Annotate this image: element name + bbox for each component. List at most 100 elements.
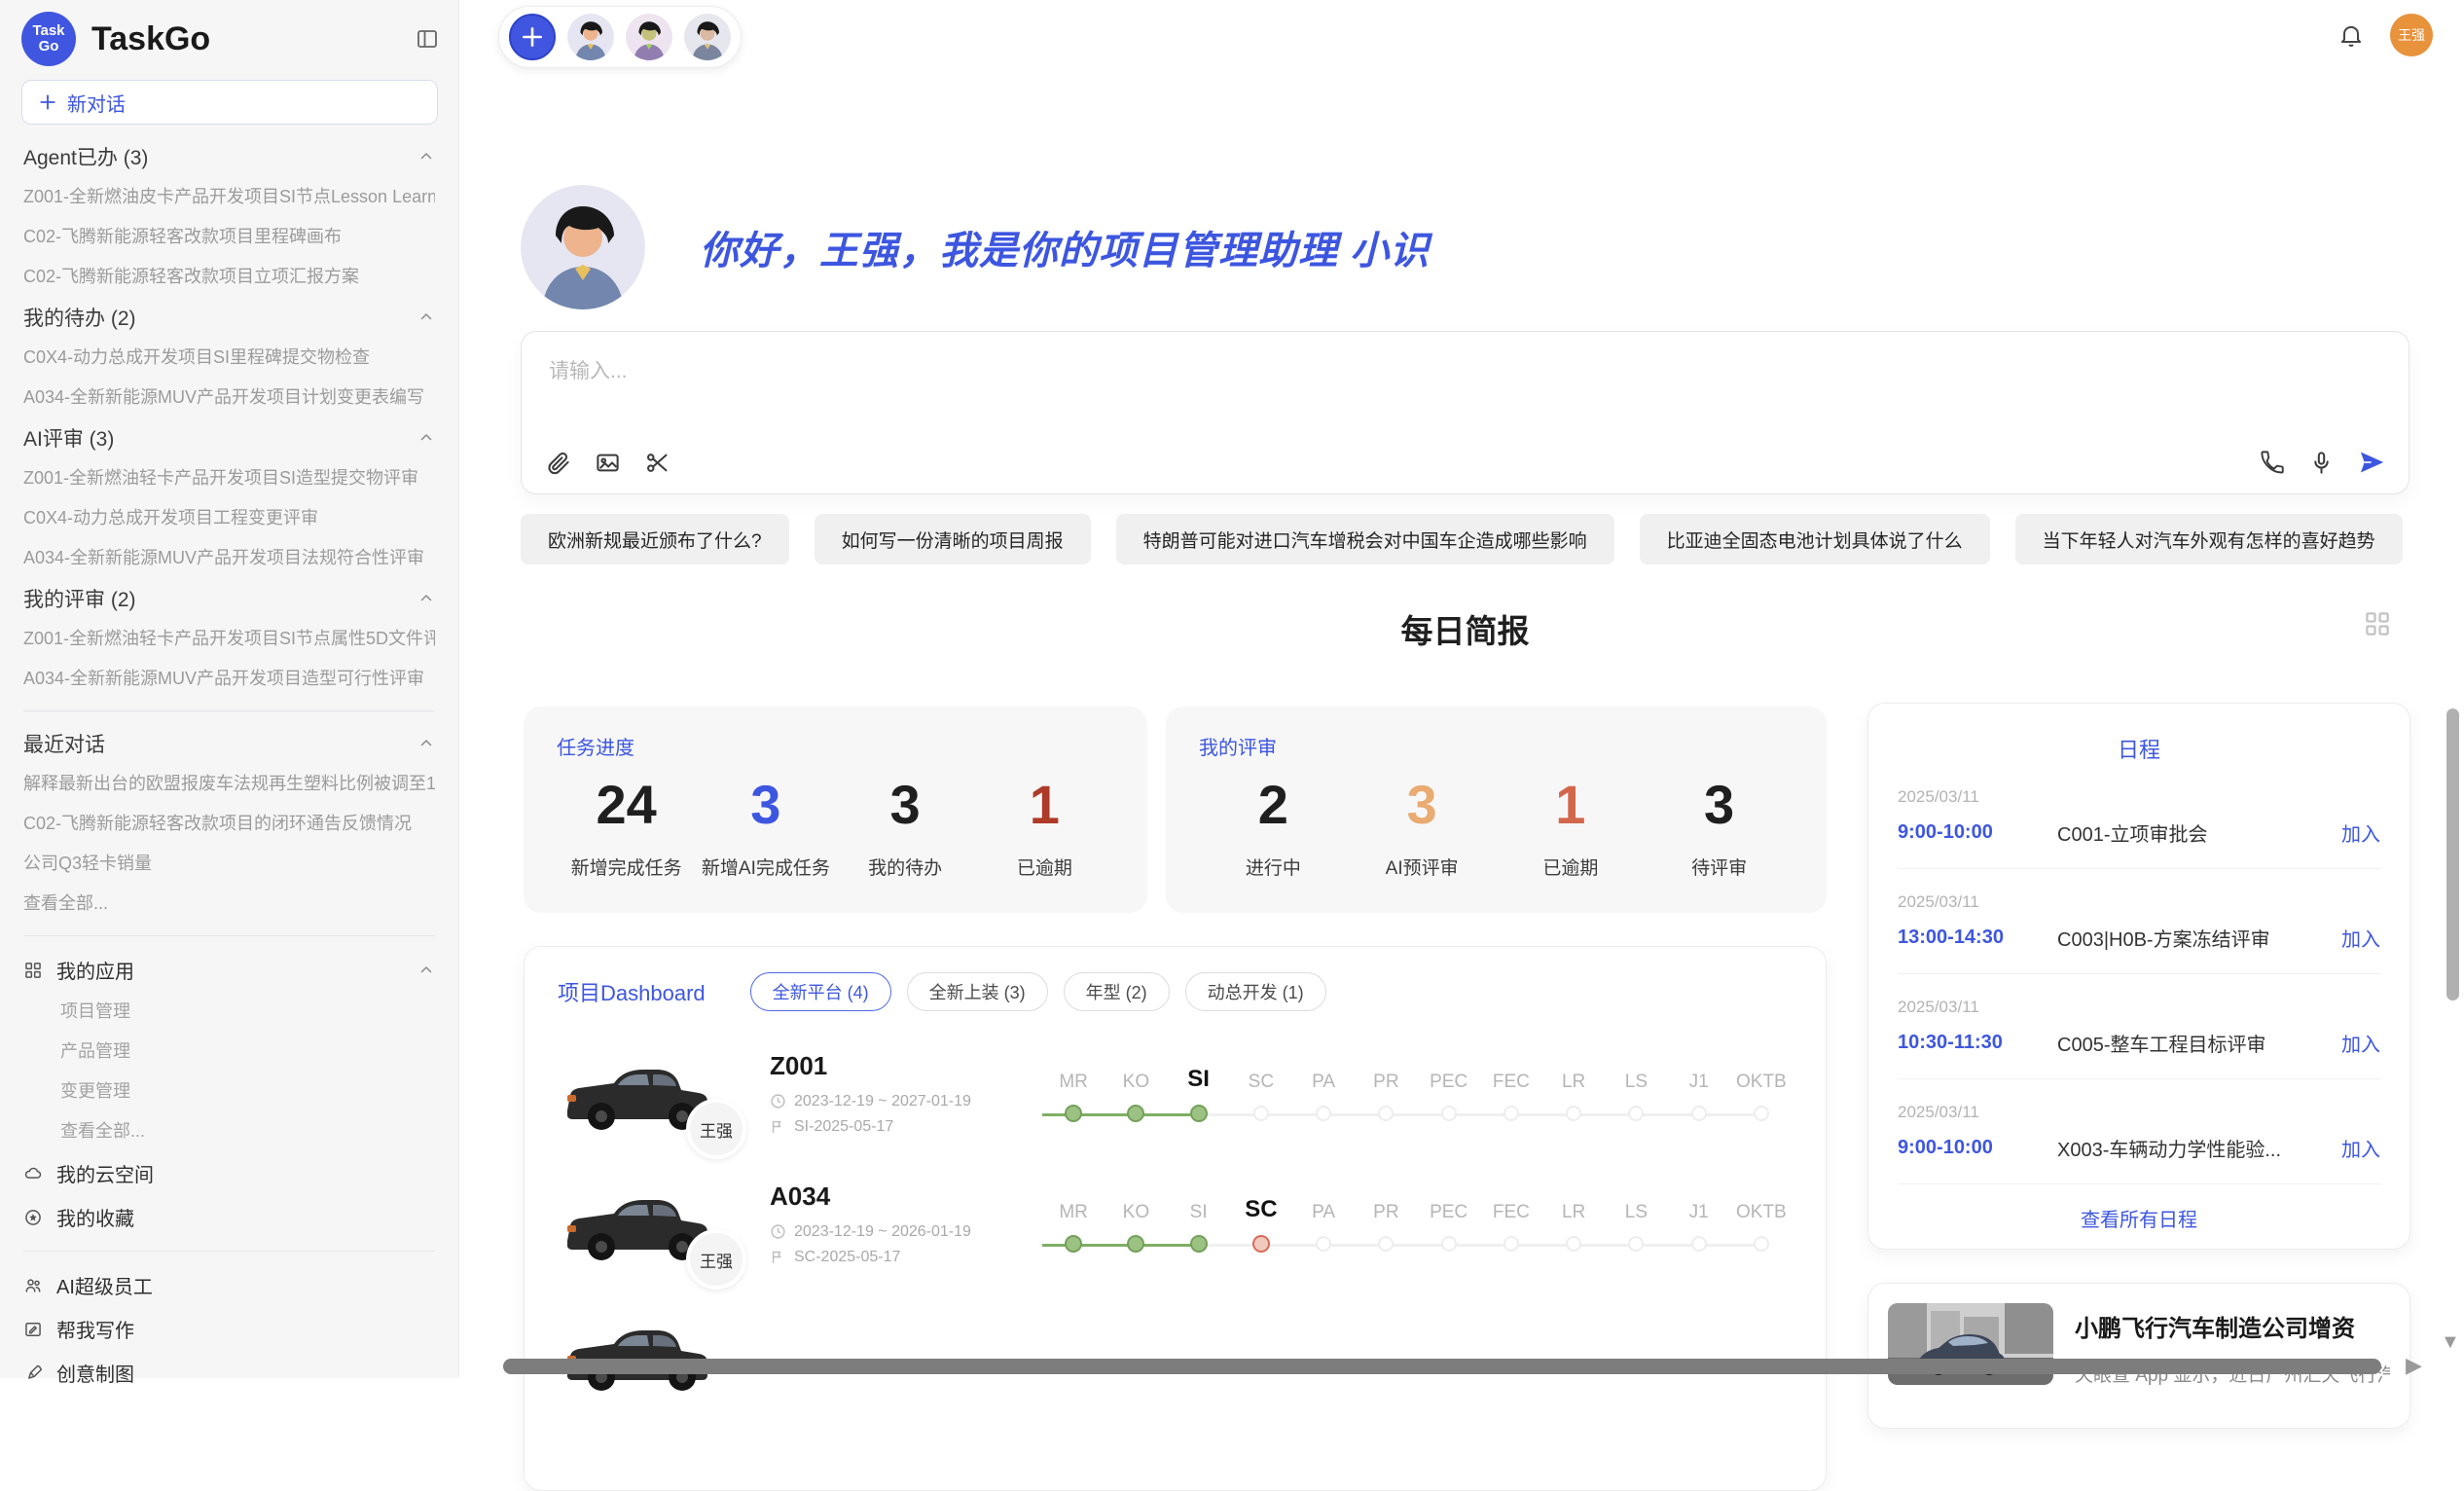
view-all-schedule-link[interactable]: 查看所有日程 <box>1898 1184 2380 1252</box>
suggestion-chip[interactable]: 欧洲新规最近颁布了什么? <box>521 514 789 564</box>
assistant-avatar[interactable] <box>567 14 614 60</box>
sidebar-item[interactable]: C0X4-动力总成开发项目工程变更评审 <box>23 498 435 538</box>
milestone-label: PR <box>1373 1194 1398 1223</box>
user-avatar[interactable]: 王强 <box>2390 14 2433 56</box>
sidebar-section-my-todo[interactable]: 我的待办 (2) <box>23 297 435 338</box>
tab-new-body[interactable]: 全新上装 (3) <box>907 972 1048 1011</box>
tab-powertrain[interactable]: 动总开发 (1) <box>1185 972 1326 1011</box>
sidebar-item[interactable]: A034-全新新能源MUV产品开发项目计划变更表编写 <box>23 378 435 418</box>
chevron-up-icon[interactable] <box>417 429 435 447</box>
logo-text-bottom: Go <box>39 39 59 55</box>
app-title: TaskGo <box>91 20 416 58</box>
sidebar-item[interactable]: Z001-全新燃油皮卡产品开发项目SI节点Lesson Learn报告 <box>23 177 435 217</box>
milestone-track: MRKOSISCPAPRPECFECLRLSJ1OKTB <box>1042 1064 1793 1122</box>
chevron-up-icon[interactable] <box>417 148 435 165</box>
bell-icon[interactable] <box>2337 21 2365 49</box>
suggestion-chip[interactable]: 如何写一份清晰的项目周报 <box>815 514 1091 564</box>
tab-year-model[interactable]: 年型 (2) <box>1064 972 1170 1011</box>
sidebar-section-recent-chats[interactable]: 最近对话 <box>23 723 435 764</box>
milestone: LR <box>1542 1064 1605 1122</box>
sidebar-section-agent-done[interactable]: Agent已办 (3) <box>23 136 435 177</box>
chat-input[interactable] <box>522 332 2409 421</box>
schedule-date: 2025/03/11 <box>1898 998 2380 1017</box>
sidebar-item[interactable]: C02-飞腾新能源轻客改款项目里程碑画布 <box>23 217 435 257</box>
chevron-up-icon[interactable] <box>417 962 435 979</box>
schedule-event-title: C005-整车工程目标评审 <box>2057 1029 2341 1057</box>
milestone-label: OKTB <box>1736 1194 1787 1223</box>
milestone-dot <box>1252 1235 1270 1253</box>
recent-chat-item[interactable]: C02-飞腾新能源轻客改款项目的闭环通告反馈情况 <box>23 804 435 844</box>
vertical-scrollbar[interactable] <box>2446 709 2459 1000</box>
project-dates: 2023-12-19 ~ 2026-01-19 <box>794 1223 971 1241</box>
sidebar-item[interactable]: C0X4-动力总成开发项目SI里程碑提交物检查 <box>23 338 435 378</box>
milestone: PEC <box>1418 1194 1480 1253</box>
milestone: PR <box>1355 1064 1417 1122</box>
sidebar-section-my-review[interactable]: 我的评审 (2) <box>23 578 435 619</box>
sidebar-item-creative-drawing[interactable]: 创意制图 <box>23 1351 435 1395</box>
project-row[interactable]: 王强 Z001 2023-12-19 ~ 2027-01-19 SI-2025-… <box>558 1044 1793 1142</box>
project-row[interactable]: 王强 A034 2023-12-19 ~ 2026-01-19 SC-2025-… <box>558 1175 1793 1272</box>
scissors-icon[interactable] <box>644 450 670 476</box>
scroll-down-arrow[interactable]: ▼ <box>2441 1331 2460 1354</box>
sidebar-item-favorites[interactable]: 我的收藏 <box>23 1195 435 1239</box>
tab-all-new-platform[interactable]: 全新平台 (4) <box>750 972 891 1011</box>
chevron-up-icon[interactable] <box>417 735 435 752</box>
my-reviews-stats: 2进行中 3AI预评审 1已逾期 3待评审 <box>1199 770 1794 880</box>
sidebar-item-cloud-space[interactable]: 我的云空间 <box>23 1151 435 1195</box>
sidebar-item[interactable]: C02-飞腾新能源轻客改款项目立项汇报方案 <box>23 257 435 297</box>
sidebar-item[interactable]: A034-全新新能源MUV产品开发项目法规符合性评审 <box>23 538 435 578</box>
milestone-label: J1 <box>1689 1064 1709 1093</box>
sidebar-toggle-icon[interactable] <box>416 27 439 51</box>
recent-chat-item[interactable]: 公司Q3轻卡销量 <box>23 844 435 884</box>
sidebar-item[interactable]: Z001-全新燃油轻卡产品开发项目SI节点属性5D文件评审 <box>23 619 435 659</box>
layout-grid-icon[interactable] <box>2363 609 2392 638</box>
view-all-apps-link[interactable]: 查看全部... <box>23 1111 435 1151</box>
milestone-label: FEC <box>1493 1064 1530 1093</box>
join-link[interactable]: 加入 <box>2341 818 2380 847</box>
sidebar-item[interactable]: A034-全新新能源MUV产品开发项目造型可行性评审 <box>23 659 435 699</box>
join-link[interactable]: 加入 <box>2341 924 2380 952</box>
chevron-up-icon[interactable] <box>417 590 435 607</box>
dashboard-header: 项目Dashboard 全新平台 (4) 全新上装 (3) 年型 (2) 动总开… <box>558 972 1793 1011</box>
image-icon[interactable] <box>595 450 621 476</box>
sidebar-item-ai-super-staff[interactable]: AI超级员工 <box>23 1263 435 1307</box>
sidebar-item-help-me-write[interactable]: 帮我写作 <box>23 1307 435 1351</box>
app-item-project-mgmt[interactable]: 项目管理 <box>23 992 435 1032</box>
new-chat-button[interactable]: 新对话 <box>21 80 438 125</box>
add-assistant-button[interactable] <box>509 14 556 60</box>
dashboard-title: 项目Dashboard <box>558 976 706 1007</box>
task-progress-stats: 24新增完成任务 3新增AI完成任务 3我的待办 1已逾期 <box>557 770 1114 880</box>
news-card[interactable]: 小鹏飞行汽车制造公司增资 天眼查 App 显示，近日广州汇天飞行汽... <box>1867 1283 2410 1429</box>
sidebar-section-ai-review[interactable]: AI评审 (3) <box>23 418 435 458</box>
milestone-label: LS <box>1625 1194 1648 1223</box>
app-item-change-mgmt[interactable]: 变更管理 <box>23 1072 435 1111</box>
sidebar-item[interactable]: Z001-全新燃油轻卡产品开发项目SI造型提交物评审 <box>23 458 435 498</box>
suggestion-chip[interactable]: 特朗普可能对进口汽车增税会对中国车企造成哪些影响 <box>1116 514 1614 564</box>
view-all-chats-link[interactable]: 查看全部... <box>23 884 435 924</box>
suggestion-chip[interactable]: 当下年轻人对汽车外观有怎样的喜好趋势 <box>2015 514 2403 564</box>
phone-icon[interactable] <box>2259 450 2285 476</box>
paperclip-icon[interactable] <box>545 450 571 476</box>
users-icon <box>23 1276 43 1295</box>
favorites-label: 我的收藏 <box>56 1203 134 1231</box>
dashboard-tabs: 全新平台 (4) 全新上装 (3) 年型 (2) 动总开发 (1) <box>750 972 1326 1011</box>
assistant-avatar[interactable] <box>684 14 731 60</box>
scroll-right-arrow[interactable]: ▶ <box>2406 1353 2422 1378</box>
assistant-avatar[interactable] <box>626 14 672 60</box>
suggestion-chip[interactable]: 比亚迪全固态电池计划具体说了什么 <box>1640 514 1990 564</box>
send-icon[interactable] <box>2358 449 2385 476</box>
horizontal-scrollbar[interactable] <box>503 1359 2381 1374</box>
sidebar-item-my-apps[interactable]: 我的应用 <box>23 948 435 992</box>
join-link[interactable]: 加入 <box>2341 1134 2380 1162</box>
milestone: LS <box>1605 1064 1667 1122</box>
stat-label: 新增完成任务 <box>557 854 696 880</box>
chevron-up-icon[interactable] <box>417 309 435 326</box>
mic-icon[interactable] <box>2308 450 2335 476</box>
join-link[interactable]: 加入 <box>2341 1029 2380 1057</box>
recent-chat-item[interactable]: 解释最新出台的欧盟报废车法规再生塑料比例被调至15%... <box>23 764 435 804</box>
app-item-product-mgmt[interactable]: 产品管理 <box>23 1032 435 1072</box>
schedule-date: 2025/03/11 <box>1898 892 2380 912</box>
star-badge-icon <box>23 1208 43 1227</box>
project-flag: SC-2025-05-17 <box>794 1249 900 1266</box>
milestone-dot <box>1504 1106 1519 1121</box>
